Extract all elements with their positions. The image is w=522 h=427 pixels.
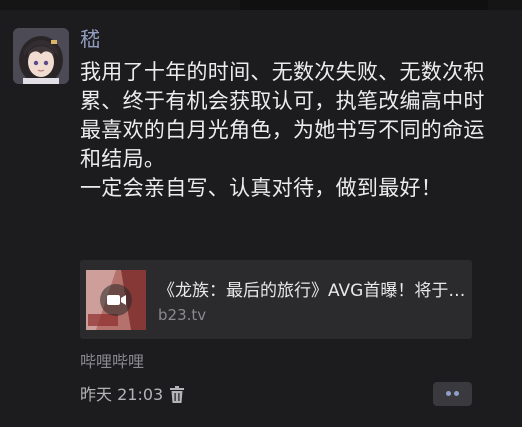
post-source[interactable]: 哔哩哔哩 (80, 352, 144, 372)
video-camera-icon (100, 284, 132, 316)
top-edge-shade (240, 0, 488, 10)
shared-link-card[interactable]: 《龙族：最后的旅行》AVG首曝！将于… b23.tv (80, 260, 472, 339)
link-title: 《龙族：最后的旅行》AVG首曝！将于… (158, 281, 466, 301)
link-domain: b23.tv (158, 306, 207, 324)
trash-icon[interactable] (169, 386, 185, 404)
user-avatar[interactable] (13, 28, 69, 84)
more-dots-icon (446, 391, 451, 396)
more-dots-icon (454, 391, 459, 396)
link-thumbnail (86, 270, 146, 330)
avatar-image (13, 28, 69, 84)
username[interactable]: 嵇 (80, 27, 100, 51)
top-edge-bar (0, 0, 522, 10)
more-options-button[interactable] (433, 382, 472, 406)
post-body-text: 我用了十年的时间、无数次失败、无数次积累、终于有机会获取认可，执笔改编高中时最喜… (80, 60, 485, 200)
post-timestamp: 昨天 21:03 (80, 385, 164, 404)
